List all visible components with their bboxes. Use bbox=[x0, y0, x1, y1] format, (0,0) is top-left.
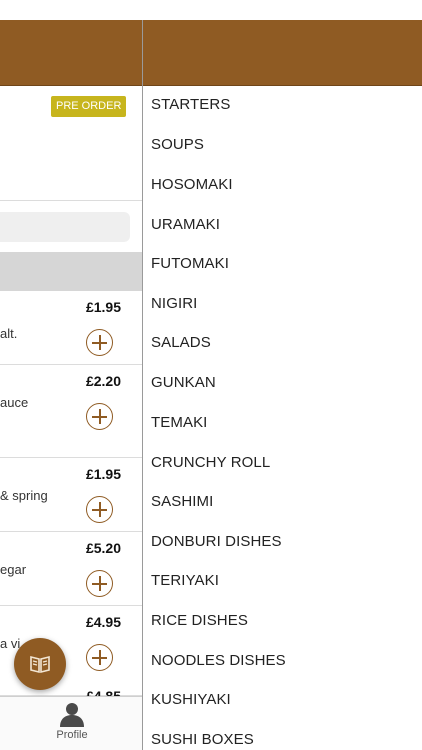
item-price: £1.95 bbox=[85, 466, 121, 482]
add-to-basket-icon[interactable] bbox=[86, 644, 113, 671]
search-input[interactable] bbox=[0, 212, 130, 242]
category-header bbox=[0, 252, 143, 291]
item-description: alt. bbox=[0, 326, 18, 341]
item-price: £1.95 bbox=[85, 299, 121, 315]
menu-book-icon bbox=[30, 655, 50, 674]
category-item[interactable]: NIGIRI bbox=[151, 295, 197, 312]
status-bar bbox=[0, 0, 422, 20]
profile-icon bbox=[60, 703, 84, 727]
add-to-basket-icon[interactable] bbox=[86, 403, 113, 430]
category-item[interactable]: SOUPS bbox=[151, 136, 204, 153]
restaurant-panel: PRE ORDER alt. £1.95 auce £2.20 & spring… bbox=[0, 86, 143, 750]
category-item[interactable]: RICE DISHES bbox=[151, 612, 248, 629]
category-item[interactable]: NOODLES DISHES bbox=[151, 652, 286, 669]
category-item[interactable]: URAMAKI bbox=[151, 216, 220, 233]
category-item[interactable]: SUSHI BOXES bbox=[151, 731, 254, 748]
category-item[interactable]: GUNKAN bbox=[151, 374, 216, 391]
bottom-tab-bar: Profile bbox=[0, 696, 143, 750]
store-info: PRE ORDER bbox=[0, 86, 143, 201]
category-item[interactable]: STARTERS bbox=[151, 96, 230, 113]
category-item[interactable]: SALADS bbox=[151, 334, 211, 351]
item-description: auce bbox=[0, 395, 29, 410]
menu-item-card[interactable]: alt. £1.95 bbox=[0, 291, 143, 365]
item-price: £4.95 bbox=[85, 614, 121, 630]
menu-item-card[interactable]: auce £2.20 bbox=[0, 365, 143, 458]
item-price: £2.20 bbox=[85, 373, 121, 389]
item-description: egar bbox=[0, 562, 27, 577]
tab-profile-label: Profile bbox=[56, 729, 88, 741]
add-to-basket-icon[interactable] bbox=[86, 570, 113, 597]
add-to-basket-icon[interactable] bbox=[86, 329, 113, 356]
menu-book-button[interactable] bbox=[14, 638, 66, 690]
add-to-basket-icon[interactable] bbox=[86, 496, 113, 523]
item-price: £5.20 bbox=[85, 540, 121, 556]
category-item[interactable]: DONBURI DISHES bbox=[151, 533, 282, 550]
top-app-bar bbox=[0, 20, 422, 86]
category-item[interactable]: HOSOMAKI bbox=[151, 176, 233, 193]
item-description: a vi bbox=[0, 636, 21, 651]
category-item[interactable]: KUSHIYAKI bbox=[151, 691, 231, 708]
menu-item-card[interactable]: & spring £1.95 bbox=[0, 458, 143, 532]
category-item[interactable]: TEMAKI bbox=[151, 414, 207, 431]
category-item[interactable]: TERIYAKI bbox=[151, 572, 219, 589]
category-drawer: STARTERS SOUPS HOSOMAKI URAMAKI FUTOMAKI… bbox=[143, 86, 422, 750]
item-description: & spring bbox=[0, 488, 48, 503]
preorder-badge: PRE ORDER bbox=[51, 96, 127, 117]
menu-item-card[interactable]: egar £5.20 bbox=[0, 532, 143, 606]
category-item[interactable]: CRUNCHY ROLL bbox=[151, 454, 270, 471]
category-item[interactable]: SASHIMI bbox=[151, 493, 213, 510]
tab-profile[interactable]: Profile bbox=[44, 701, 100, 747]
category-item[interactable]: FUTOMAKI bbox=[151, 255, 229, 272]
